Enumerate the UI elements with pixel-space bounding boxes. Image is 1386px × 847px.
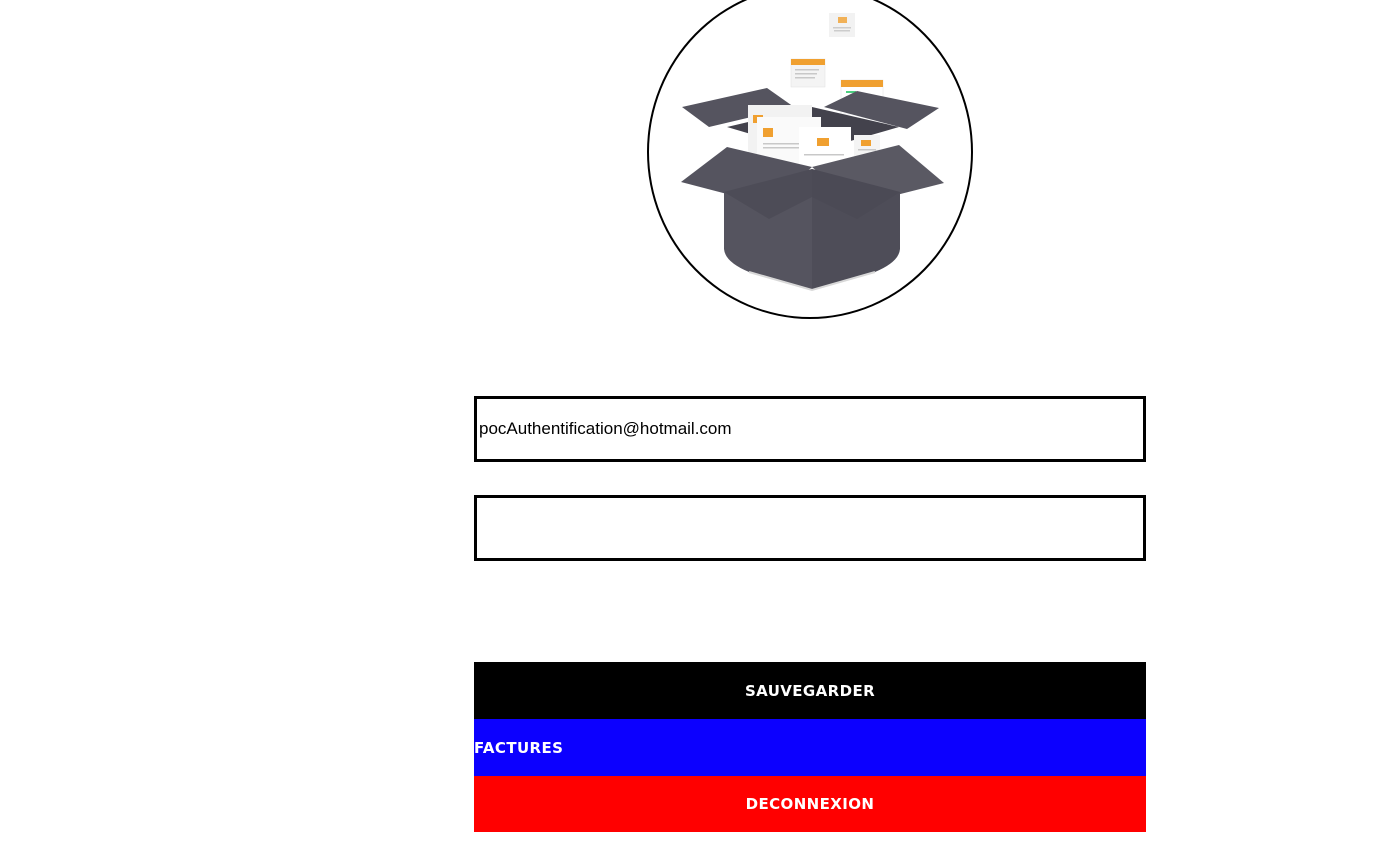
invoices-button[interactable]: FACTURES (474, 719, 1146, 776)
password-input[interactable] (474, 495, 1146, 561)
open-box-with-documents-icon (681, 13, 944, 292)
floating-document-left (790, 58, 826, 88)
logout-button[interactable]: DECONNEXION (474, 776, 1146, 832)
logo (647, 0, 973, 319)
email-input[interactable] (474, 396, 1146, 462)
save-button[interactable]: SAUVEGARDER (474, 662, 1146, 719)
floating-document-small (829, 13, 855, 37)
